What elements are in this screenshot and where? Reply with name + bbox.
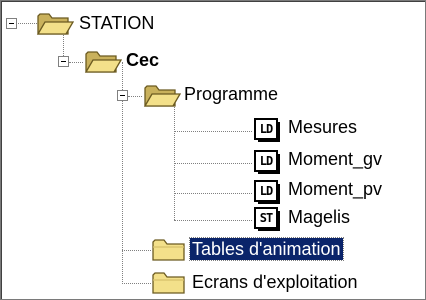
- tree-item-ecrans-exploitation[interactable]: Ecrans d'exploitation: [190, 271, 360, 293]
- project-tree: STATION Cec Programme LD Mesures LD Mome…: [0, 0, 426, 300]
- tree-line: [69, 62, 83, 63]
- tree-line: [174, 163, 252, 164]
- collapse-toggle-programme[interactable]: [117, 90, 128, 101]
- tree-line: [122, 250, 151, 251]
- open-folder-icon: [36, 10, 75, 41]
- ld-section-icon: LD: [254, 150, 280, 174]
- section-type-badge: LD: [259, 184, 273, 198]
- tree-item-programme[interactable]: Programme: [182, 83, 280, 105]
- open-folder-icon: [143, 82, 182, 113]
- tree-item-magelis[interactable]: Magelis: [286, 206, 352, 228]
- tree-item-moment-gv[interactable]: Moment_gv: [286, 148, 384, 170]
- tree-item-cec[interactable]: Cec: [124, 49, 161, 71]
- tree-item-tables-animation[interactable]: Tables d'animation: [189, 237, 344, 261]
- tree-item-moment-pv[interactable]: Moment_pv: [286, 178, 384, 200]
- tree-line: [128, 96, 142, 97]
- section-type-badge: LD: [259, 122, 273, 136]
- ld-section-icon: LD: [254, 118, 280, 142]
- section-type-badge: LD: [259, 154, 273, 168]
- tree-line: [122, 283, 151, 284]
- open-folder-icon: [84, 48, 123, 79]
- folder-icon: [152, 271, 186, 300]
- collapse-toggle-cec[interactable]: [58, 56, 69, 67]
- tree-line: [174, 193, 252, 194]
- st-section-icon: ST: [254, 207, 280, 231]
- folder-icon: [152, 238, 186, 267]
- section-type-badge: ST: [259, 211, 273, 225]
- ld-section-icon: LD: [254, 180, 280, 204]
- tree-item-station[interactable]: STATION: [77, 12, 156, 34]
- tree-line: [174, 220, 252, 221]
- tree-line: [174, 131, 252, 132]
- tree-line: [174, 102, 175, 220]
- collapse-toggle-station[interactable]: [6, 18, 17, 29]
- tree-item-mesures[interactable]: Mesures: [286, 116, 359, 138]
